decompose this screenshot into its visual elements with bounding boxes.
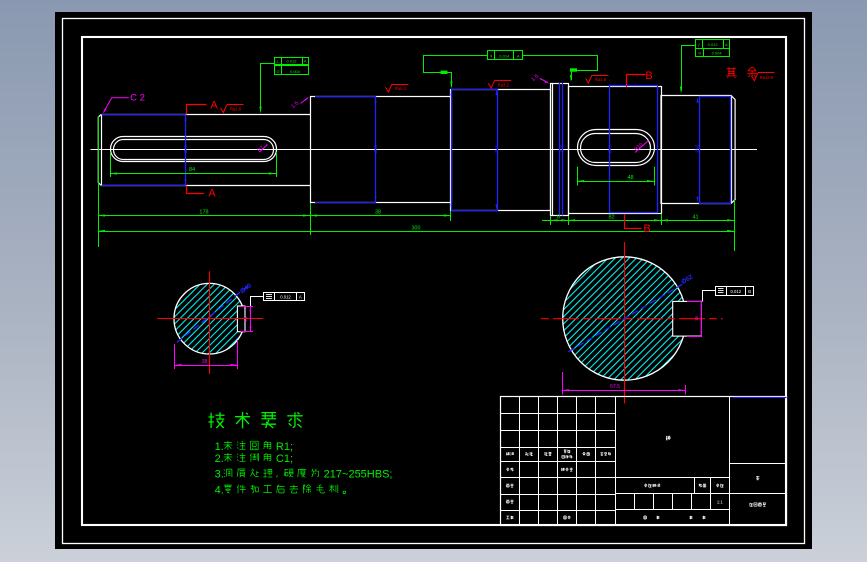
svg-text:0.012: 0.012 [731,289,742,294]
svg-text:Ra1.6: Ra1.6 [230,107,242,112]
svg-text:B: B [643,223,650,235]
svg-text:Ø45: Ø45 [494,144,499,153]
svg-text:A: A [304,58,307,63]
svg-text:300: 300 [412,225,421,231]
svg-text:48: 48 [627,175,633,181]
svg-text:Ø40: Ø40 [239,282,253,295]
svg-text:0.004: 0.004 [712,50,723,55]
svg-text:82: 82 [608,214,614,220]
svg-text:38: 38 [375,210,381,216]
svg-text:0.004: 0.004 [290,69,301,74]
svg-text:0.012: 0.012 [280,295,291,300]
svg-text:⊥: ⊥ [276,58,280,63]
svg-text:8: 8 [557,214,560,220]
svg-text:Ø45: Ø45 [560,144,565,153]
svg-text:ƒ: ƒ [698,42,700,47]
svg-text:Ø62: Ø62 [680,273,694,286]
svg-text:0.012: 0.012 [286,58,297,63]
svg-text:178: 178 [199,210,208,216]
svg-text:Ra3.2: Ra3.2 [498,82,510,87]
svg-text:⊙: ⊙ [276,69,279,74]
svg-text:Ø45: Ø45 [373,144,378,153]
svg-text:1.5: 1.5 [530,73,540,83]
svg-text:1:1: 1:1 [717,500,723,505]
svg-text:A: A [299,295,302,300]
svg-text:16: 16 [694,316,699,322]
svg-text:A: A [517,54,520,59]
svg-text:Ø45: Ø45 [183,144,188,153]
svg-text:A: A [208,188,216,200]
svg-text:38: 38 [202,359,208,365]
svg-text:C 2: C 2 [130,93,145,104]
svg-text:B: B [748,289,751,294]
svg-text:3.: 3. [215,469,224,481]
svg-text:Ra12.5: Ra12.5 [760,75,774,80]
svg-text:41: 41 [692,214,698,220]
svg-text:B: B [645,70,652,82]
svg-text:R10: R10 [633,142,644,153]
svg-text:Ø45: Ø45 [695,144,700,153]
svg-text:0.014: 0.014 [499,54,510,59]
svg-text:14: 14 [243,316,248,322]
svg-text:Ra1.6: Ra1.6 [595,77,607,82]
svg-text:2.: 2. [215,453,224,465]
svg-text:0.012: 0.012 [708,42,719,47]
svg-text:C1;: C1; [276,453,293,465]
svg-text:A: A [725,42,728,47]
svg-text:R1;: R1; [276,441,293,453]
svg-text:Ra6.3: Ra6.3 [395,86,407,91]
svg-text:1.5: 1.5 [290,100,300,110]
svg-text:4.: 4. [215,485,224,497]
svg-text:57.5: 57.5 [610,384,620,390]
svg-text:84: 84 [189,167,195,173]
svg-text:1.: 1. [215,441,224,453]
svg-text:Ø45: Ø45 [607,144,612,153]
svg-text:R7: R7 [256,145,265,154]
svg-text:⊙: ⊙ [698,50,701,55]
svg-text:A: A [210,100,218,112]
svg-text:217~255HBS;: 217~255HBS; [324,469,393,481]
svg-text:⌽: ⌽ [490,54,493,59]
